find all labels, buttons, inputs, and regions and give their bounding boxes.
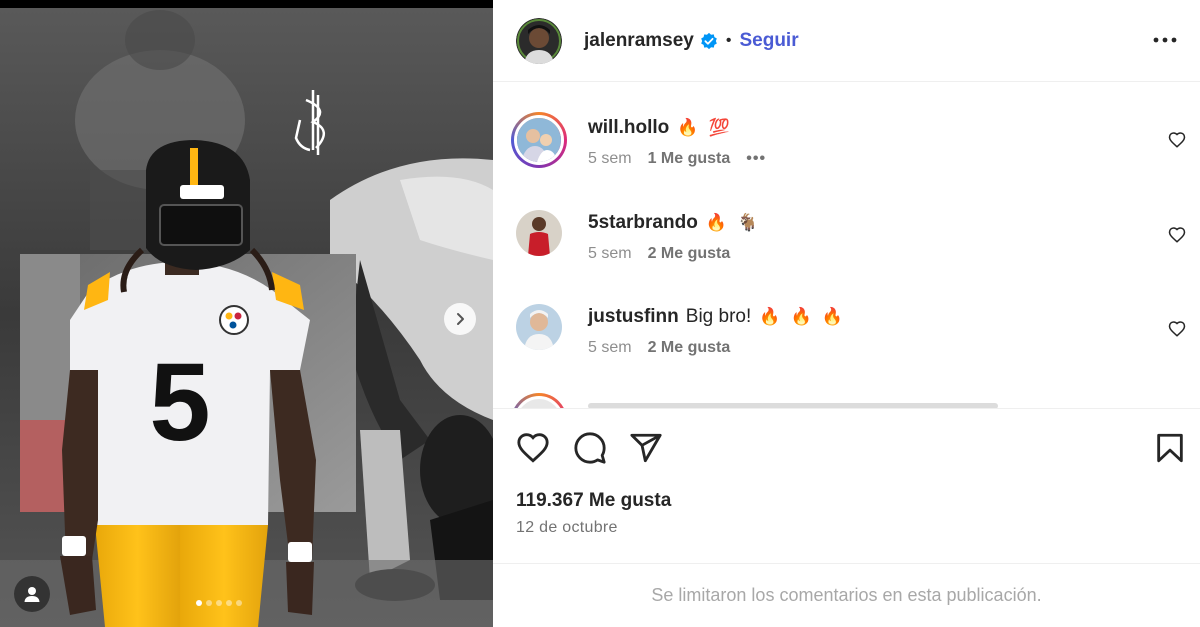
post-modal: 5 jalenramsey • Seguir will.hollo 🔥 💯 5 …: [0, 0, 1200, 627]
avatar-image: [516, 17, 562, 64]
comment-likes[interactable]: 1 Me gusta: [648, 150, 731, 168]
hundred-emoji: 💯: [708, 118, 730, 137]
comment-emoji: 🔥 💯: [677, 118, 729, 138]
post-actions: 119.367 Me gusta 12 de octubre: [493, 408, 1200, 563]
comment-likes[interactable]: 2 Me gusta: [648, 339, 731, 357]
carousel-indicator: [196, 600, 242, 606]
verified-badge-icon: [701, 32, 717, 49]
comment-emoji: 🔥 🐐: [706, 213, 758, 233]
comment-line: justusfinn Big bro! 🔥 🔥 🔥: [588, 304, 843, 330]
carousel-dot: [216, 600, 222, 606]
author-username[interactable]: jalenramsey: [584, 30, 694, 52]
heart-icon[interactable]: [1168, 226, 1186, 244]
commenter-avatar[interactable]: [516, 210, 562, 256]
more-options-button[interactable]: [1150, 30, 1180, 50]
goat-emoji: 🐐: [736, 213, 759, 232]
avatar-image: [516, 304, 562, 350]
more-horizontal-icon: [1153, 37, 1177, 43]
comment-item: will.hollo 🔥 💯 5 sem 1 Me gusta •••: [493, 112, 1200, 195]
comment-item-partial: [493, 393, 1200, 408]
post-header: jalenramsey • Seguir: [493, 0, 1200, 82]
comment-meta: 5 sem 2 Me gusta: [588, 245, 730, 263]
comment-icon[interactable]: [573, 431, 607, 465]
fire-emoji: 🔥: [677, 118, 699, 137]
likes-count[interactable]: 119.367 Me gusta: [516, 490, 671, 512]
comment-item: 5starbrando 🔥 🐐 5 sem 2 Me gusta: [493, 210, 1200, 290]
comment-time: 5 sem: [588, 339, 632, 356]
post-date[interactable]: 12 de octubre: [516, 519, 618, 537]
carousel-dot: [196, 600, 202, 606]
avatar-image: [517, 118, 561, 162]
comment-time: 5 sem: [588, 150, 632, 167]
comments-limited-notice: Se limitaron los comentarios en esta pub…: [493, 563, 1200, 627]
fire-emoji: 🔥: [759, 307, 781, 326]
comment-line: 5starbrando 🔥 🐐: [588, 210, 758, 236]
comment-text: Big bro!: [685, 306, 752, 327]
header-separator: •: [725, 31, 732, 49]
carousel-dot: [206, 600, 212, 606]
post-side-panel: jalenramsey • Seguir will.hollo 🔥 💯 5 se…: [493, 0, 1200, 627]
fire-emoji: 🔥: [821, 307, 843, 326]
carousel-dot: [226, 600, 232, 606]
comment-item: justusfinn Big bro! 🔥 🔥 🔥 5 sem 2 Me gus…: [493, 304, 1200, 384]
user-icon: [24, 587, 40, 602]
post-media: 5: [0, 0, 493, 627]
fire-emoji: 🔥: [790, 307, 812, 326]
post-photo: 5: [0, 0, 493, 627]
save-bookmark-icon[interactable]: [1153, 431, 1187, 465]
commenter-avatar[interactable]: [511, 393, 567, 408]
comment-more-icon[interactable]: •••: [746, 150, 766, 168]
comment-time: 5 sem: [588, 245, 632, 262]
comment-meta: 5 sem 2 Me gusta: [588, 339, 730, 357]
commenter-avatar[interactable]: [516, 304, 562, 350]
comment-emoji: 🔥 🔥 🔥: [759, 307, 843, 327]
comment-line: will.hollo 🔥 💯: [588, 115, 730, 141]
chevron-right-icon: [457, 313, 464, 325]
tagged-users-button[interactable]: [14, 576, 50, 612]
carousel-next-button[interactable]: [444, 303, 476, 335]
like-heart-icon[interactable]: [516, 431, 550, 465]
comment-username[interactable]: will.hollo: [588, 117, 669, 139]
avatar-image: [516, 210, 562, 256]
commenter-avatar[interactable]: [511, 112, 567, 168]
comment-likes[interactable]: 2 Me gusta: [648, 245, 731, 263]
fire-emoji: 🔥: [705, 213, 727, 232]
comment-username[interactable]: justusfinn: [588, 306, 679, 328]
author-avatar[interactable]: [516, 17, 562, 64]
comments-list[interactable]: will.hollo 🔥 💯 5 sem 1 Me gusta ••• 5sta…: [493, 83, 1200, 408]
heart-icon[interactable]: [1168, 320, 1186, 338]
comment-username[interactable]: 5starbrando: [588, 212, 698, 234]
comment-meta: 5 sem 1 Me gusta •••: [588, 150, 766, 168]
follow-button[interactable]: Seguir: [739, 30, 798, 52]
carousel-dot: [236, 600, 242, 606]
svg-text:5: 5: [149, 341, 210, 464]
heart-icon[interactable]: [1168, 131, 1186, 149]
share-icon[interactable]: [629, 431, 663, 465]
media-top-bar: [0, 0, 493, 8]
